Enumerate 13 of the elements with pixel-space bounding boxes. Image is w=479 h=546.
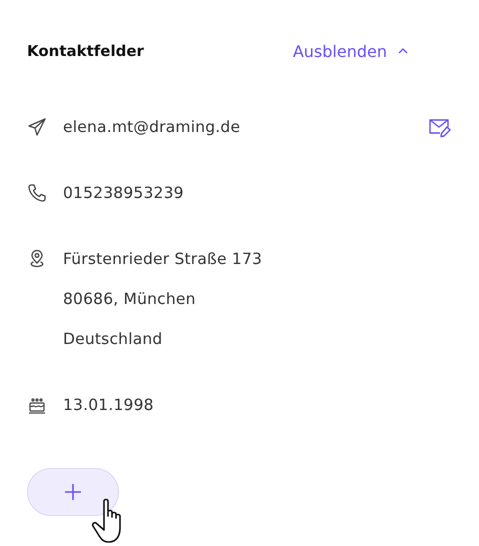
section-title: Kontaktfelder — [27, 42, 145, 60]
contact-value: Fürstenrieder Straße 173 — [63, 249, 264, 270]
contact-value: Deutschland — [63, 329, 164, 350]
chevron-icon — [397, 47, 409, 55]
contact-value: 015238953239 — [63, 183, 185, 204]
contact-value: elena.mt@draming.de — [63, 117, 242, 138]
paper-plane-icon — [27, 117, 47, 137]
hide-toggle[interactable]: Ausblenden — [292, 42, 409, 60]
plus-icon — [63, 482, 83, 502]
add-button[interactable] — [27, 468, 119, 516]
phone-icon — [27, 183, 47, 203]
contact-value: 13.01.1998 — [63, 395, 155, 416]
contact-value: 80686, München — [63, 289, 197, 310]
